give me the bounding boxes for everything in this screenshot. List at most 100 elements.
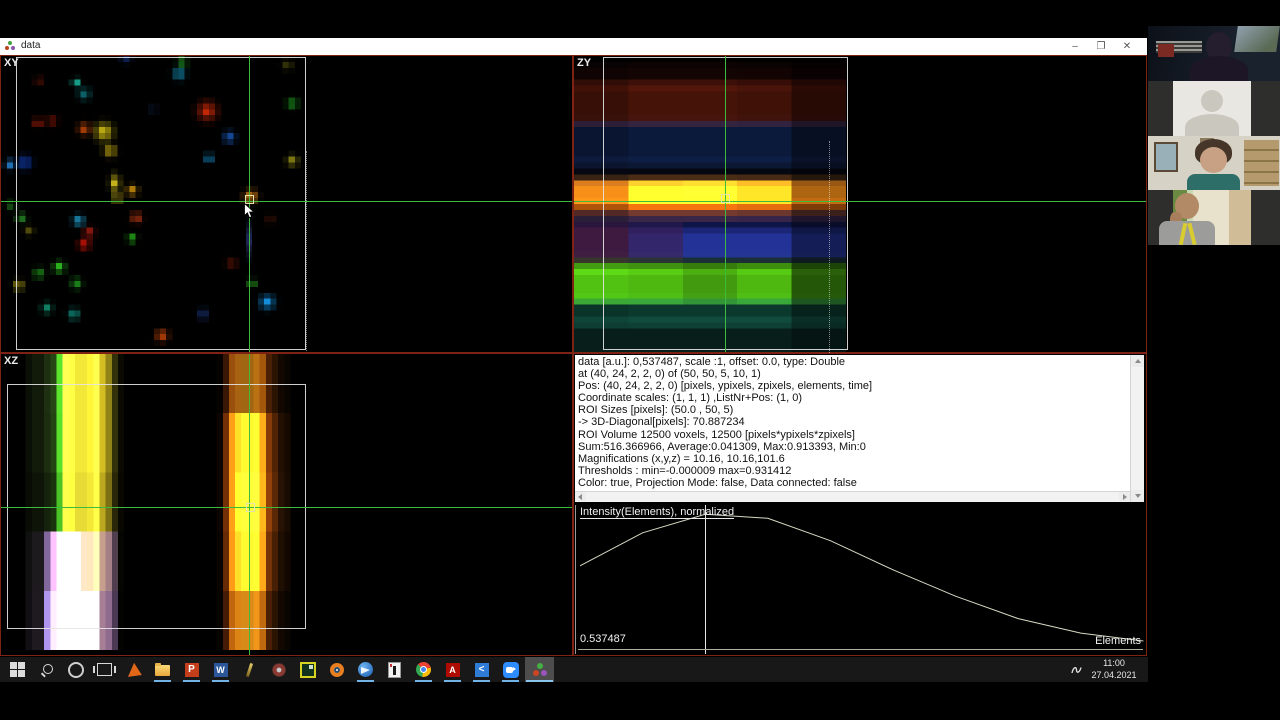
- mouse-cursor-icon: [244, 203, 255, 219]
- taskbar-item-thunderbird[interactable]: [351, 657, 380, 682]
- background-picture-frame: [1154, 142, 1178, 172]
- xy-crosshair-horizontal[interactable]: [1, 201, 572, 202]
- window-titlebar[interactable]: data – ❐ ✕: [0, 38, 1147, 55]
- zy-view-panel[interactable]: ZY: [573, 55, 1147, 353]
- participant-video-1[interactable]: [1148, 26, 1280, 81]
- plot-current-value: 0.537487: [580, 633, 626, 645]
- info-horizontal-scrollbar[interactable]: [575, 491, 1130, 502]
- data-info-panel[interactable]: data [a.u.]: 0,537487, scale :1, offset:…: [575, 355, 1144, 502]
- scroll-up-arrow-icon[interactable]: [1131, 355, 1144, 367]
- background-shelf: [1244, 140, 1279, 186]
- info-line: ROI Volume 12500 voxels, 12500 [pixels*y…: [578, 428, 855, 441]
- taskbar-item-chrome[interactable]: [409, 657, 438, 682]
- close-button[interactable]: ✕: [1117, 39, 1137, 54]
- info-vertical-scrollbar[interactable]: [1130, 355, 1144, 502]
- minimize-button[interactable]: –: [1065, 39, 1085, 54]
- chrome-icon: [416, 662, 431, 677]
- acrobat-icon: [445, 662, 460, 677]
- participant-video-2[interactable]: [1148, 81, 1280, 136]
- info-line: Pos: (40, 24, 2, 2, 0) [pixels, ypixels,…: [578, 380, 873, 393]
- taskbar-item-viewer-app[interactable]: [380, 657, 409, 682]
- taskbar: 11:00 27.04.2021: [0, 657, 1148, 682]
- avatar-placeholder-body: [1185, 114, 1239, 136]
- xy-element-ticks: [306, 151, 307, 351]
- zoom-app-icon: [502, 661, 519, 678]
- taskbar-item-file-explorer[interactable]: [148, 657, 177, 682]
- xz-panel-label: XZ: [4, 355, 19, 367]
- taskbar-item-gear-app[interactable]: [264, 657, 293, 682]
- info-line: Color: true, Projection Mode: false, Dat…: [578, 476, 857, 489]
- intensity-curve: [579, 513, 1144, 642]
- xz-crosshair-horizontal[interactable]: [1, 507, 572, 508]
- video-call-sidebar: [1148, 0, 1280, 720]
- info-line: Coordinate scales: (1, 1, 1) ,ListNr+Pos…: [578, 392, 803, 405]
- scroll-left-arrow-icon[interactable]: [575, 492, 586, 501]
- participant-3-face: [1200, 147, 1227, 173]
- taskbar-item-data-viewer[interactable]: [525, 657, 554, 682]
- screen: data – ❐ ✕ XY ZY XZ data [a.u.]: 0,53748…: [0, 0, 1280, 720]
- stylus-icon: [245, 662, 254, 677]
- cortana-icon: [67, 661, 84, 678]
- taskbar-item-vscode[interactable]: [467, 657, 496, 682]
- info-line: at (40, 24, 2, 2, 0) of (50, 50, 5, 10, …: [578, 368, 761, 381]
- taskbar-clock[interactable]: 11:00 27.04.2021: [1086, 658, 1142, 681]
- info-line: data [a.u.]: 0,537487, scale :1, offset:…: [578, 356, 846, 368]
- viewer-content: XY ZY XZ data [a.u.]: 0,537487, scale:1…: [0, 55, 1147, 657]
- xz-position-marker[interactable]: [246, 503, 255, 512]
- plot-title: Intensity(Elements), normalized: [580, 506, 735, 519]
- windows-ink-icon[interactable]: [1070, 663, 1083, 676]
- intensity-plot[interactable]: Intensity(Elements), normalized 0.537487…: [575, 505, 1145, 654]
- participant-video-3[interactable]: [1148, 136, 1280, 190]
- zy-panel-label: ZY: [577, 57, 592, 69]
- xy-panel-label: XY: [4, 57, 19, 69]
- search-icon: [40, 663, 54, 677]
- taskbar-item-stylus[interactable]: [235, 657, 264, 682]
- taskbar-item-capture-app[interactable]: [293, 657, 322, 682]
- scroll-down-arrow-icon[interactable]: [1131, 490, 1144, 502]
- matlab-icon: [125, 662, 142, 677]
- start-icon: [10, 662, 25, 677]
- participant-1-body: [1190, 56, 1248, 81]
- taskbar-item-start[interactable]: [3, 657, 32, 682]
- plot-position-marker-line[interactable]: [705, 505, 706, 654]
- plot-x-axis: [578, 649, 1143, 650]
- taskbar-item-search[interactable]: [32, 657, 61, 682]
- viewer-app-icon: [388, 661, 401, 678]
- taskbar-item-acrobat[interactable]: [438, 657, 467, 682]
- taskbar-item-task-view[interactable]: [90, 657, 119, 682]
- task-view-icon: [93, 663, 116, 676]
- info-line: ROI Sizes [pixels]: (50.0 , 50, 5): [578, 404, 734, 417]
- maximize-button[interactable]: ❐: [1091, 39, 1111, 54]
- powerpoint-icon: [184, 662, 199, 677]
- taskbar-item-powerpoint[interactable]: [177, 657, 206, 682]
- blender-icon: [329, 662, 344, 677]
- zy-crosshair-vertical[interactable]: [725, 56, 726, 352]
- zy-position-marker[interactable]: [721, 194, 730, 203]
- thunderbird-icon: [358, 662, 373, 677]
- xy-roi-rectangle[interactable]: [16, 57, 306, 350]
- app-window: data – ❐ ✕ XY ZY XZ data [a.u.]: 0,53748…: [0, 38, 1147, 657]
- info-line: Sum:516.366966, Average:0.041309, Max:0.…: [578, 440, 866, 453]
- info-line: Magnifications (x,y,z) = 10.16, 10.16,10…: [578, 452, 785, 465]
- plot-x-axis-label: Elements: [1095, 635, 1141, 647]
- xy-view-panel[interactable]: XY: [0, 55, 573, 353]
- vscode-icon: [474, 662, 489, 677]
- taskbar-item-zoom-app[interactable]: [496, 657, 525, 682]
- window-title: data: [21, 40, 41, 51]
- taskbar-item-matlab[interactable]: [119, 657, 148, 682]
- xz-view-panel[interactable]: XZ: [0, 353, 573, 656]
- info-line: -> 3D-Diagonal[pixels]: 70.887234: [578, 416, 745, 429]
- taskbar-item-cortana[interactable]: [61, 657, 90, 682]
- file-explorer-icon: [155, 663, 170, 676]
- taskbar-item-word[interactable]: [206, 657, 235, 682]
- scroll-right-arrow-icon[interactable]: [1119, 492, 1130, 501]
- taskbar-item-blender[interactable]: [322, 657, 351, 682]
- zy-crosshair-horizontal[interactable]: [574, 201, 1146, 202]
- info-text: data [a.u.]: 0,537487, scale :1, offset:…: [578, 356, 1129, 489]
- participant-video-4[interactable]: [1148, 190, 1280, 245]
- clock-date: 27.04.2021: [1091, 669, 1137, 680]
- participant-3-torso: [1187, 174, 1240, 190]
- data-viewer-icon: [532, 662, 547, 677]
- clock-time: 11:00: [1103, 658, 1125, 668]
- avatar-placeholder-head: [1201, 90, 1223, 112]
